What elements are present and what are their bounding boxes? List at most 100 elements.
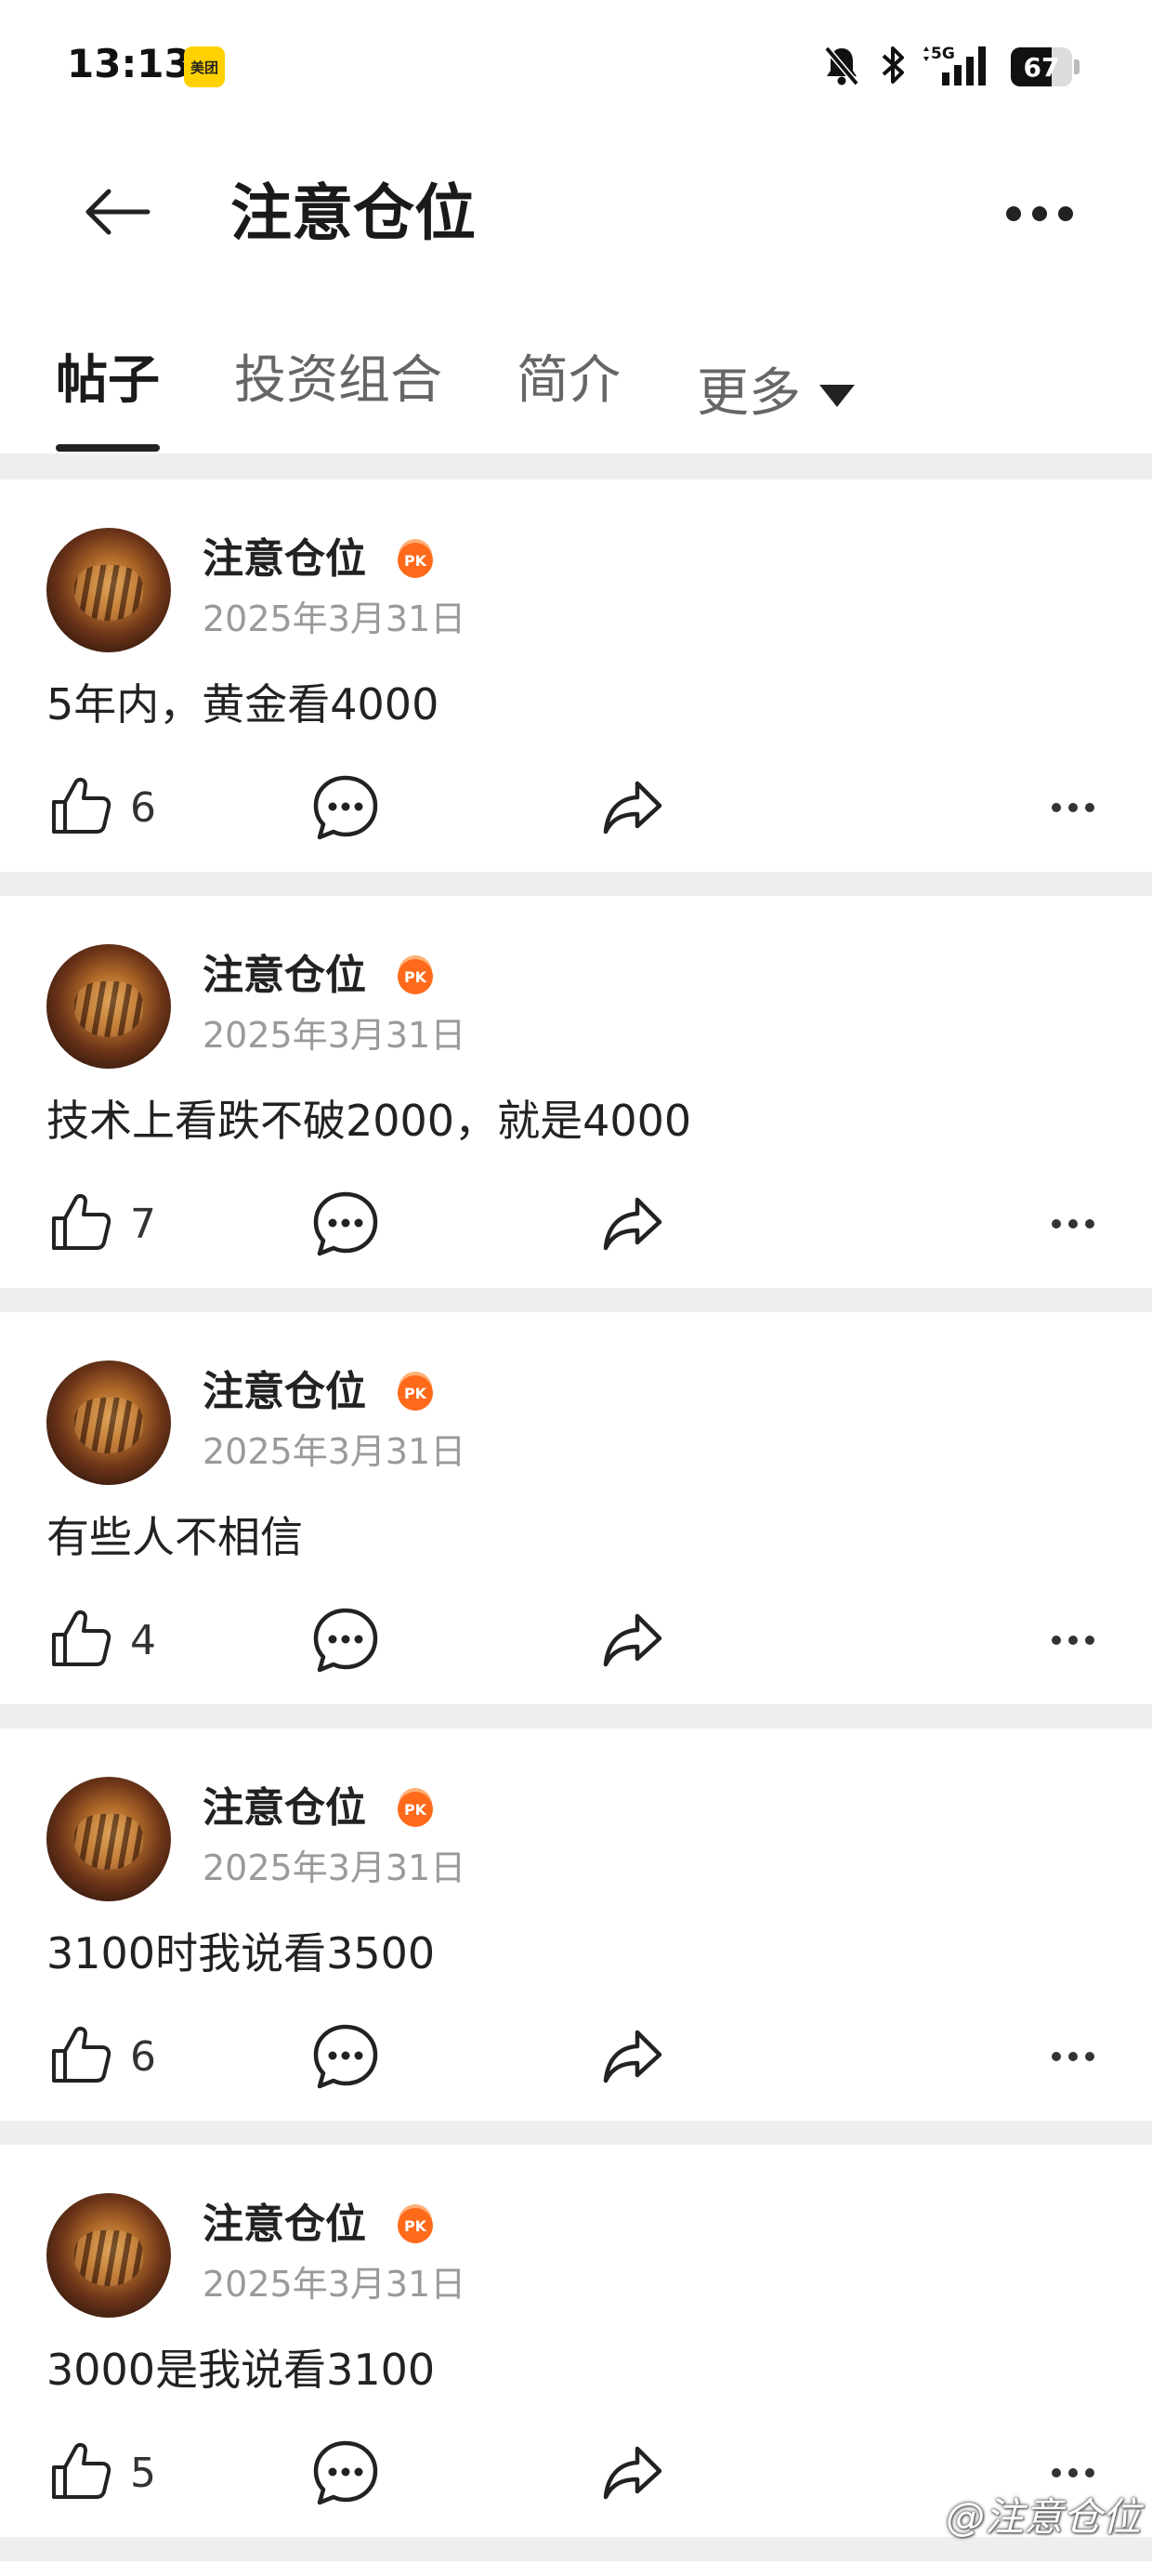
avatar[interactable]: [46, 528, 171, 652]
comment-bubble-icon: [310, 2440, 381, 2512]
like-count: 4: [130, 1616, 156, 1664]
like-button[interactable]: 4: [46, 1600, 156, 1680]
pk-badge-icon: PK: [398, 2208, 433, 2243]
post-more-button[interactable]: [1041, 1605, 1106, 1676]
comment-button[interactable]: [310, 1189, 381, 1259]
share-arrow-icon: [600, 1613, 665, 1679]
bluetooth-icon: [879, 43, 907, 91]
more-dot-icon: [1052, 2468, 1061, 2477]
avatar[interactable]: [46, 944, 171, 1069]
tab-profile[interactable]: 简介: [517, 335, 621, 453]
comment-bubble-icon: [310, 1191, 381, 1263]
author-name[interactable]: 注意仓位: [203, 1781, 366, 1836]
more-dot-icon: [1068, 803, 1078, 812]
author-name[interactable]: 注意仓位: [203, 532, 366, 587]
like-button[interactable]: 6: [46, 768, 156, 848]
share-arrow-icon: [600, 2446, 665, 2512]
post-date: 2025年3月31日: [203, 1015, 466, 1056]
post-text: 3100时我说看3500: [46, 1928, 436, 1978]
post-card[interactable]: 注意仓位 PK 2025年3月31日 技术上看跌不破2000，就是4000 7: [0, 896, 1152, 1288]
comment-button[interactable]: [310, 2021, 381, 2092]
post-card[interactable]: 注意仓位 PK 2025年3月31日 有些人不相信 4: [0, 1312, 1152, 1704]
thumbs-up-icon: [46, 2021, 113, 2092]
like-count: 5: [130, 2449, 156, 2497]
back-button[interactable]: [74, 177, 158, 251]
comment-bubble-icon: [310, 775, 381, 847]
thumbs-up-icon: [46, 772, 113, 843]
more-dot-icon: [1058, 206, 1073, 221]
pk-badge-icon: PK: [398, 1375, 433, 1411]
comment-button[interactable]: [310, 772, 381, 843]
comment-button[interactable]: [310, 2438, 381, 2508]
more-dot-icon: [1006, 206, 1021, 221]
page-title: 注意仓位: [230, 177, 476, 249]
like-count: 6: [130, 783, 156, 832]
like-button[interactable]: 5: [46, 2433, 156, 2513]
pk-badge-icon: PK: [398, 1792, 433, 1827]
thumbs-up-icon: [46, 1189, 113, 1259]
more-dot-icon: [1052, 1636, 1061, 1645]
author-name[interactable]: 注意仓位: [203, 2197, 366, 2253]
bell-muted-icon: [821, 43, 862, 91]
more-dot-icon: [1068, 2052, 1078, 2061]
post-card[interactable]: 注意仓位 PK 2025年3月31日 5年内，黄金看4000 6: [0, 480, 1152, 872]
comment-bubble-icon: [310, 2024, 381, 2096]
share-button[interactable]: [600, 772, 665, 843]
author-name[interactable]: 注意仓位: [203, 948, 366, 1004]
more-dot-icon: [1085, 803, 1094, 812]
share-arrow-icon: [600, 781, 665, 847]
like-button[interactable]: 7: [46, 1184, 156, 1264]
post-text: 3000是我说看3100: [46, 2345, 436, 2395]
status-time: 13:13: [67, 41, 191, 86]
divider: [0, 2121, 1152, 2145]
post-card[interactable]: 注意仓位 PK 2025年3月31日 3000是我说看3100 5: [0, 2145, 1152, 2537]
status-icons: 5G 67: [821, 41, 1080, 93]
divider: [0, 872, 1152, 896]
tab-posts[interactable]: 帖子: [56, 335, 160, 453]
status-bar: 13:13 美团 5G 67: [0, 0, 1152, 139]
post-more-button[interactable]: [1041, 1189, 1106, 1259]
post-actions: 6: [0, 2017, 1152, 2096]
more-dot-icon: [1052, 803, 1061, 812]
battery-icon: 67: [1011, 47, 1080, 86]
post-actions: 6: [0, 768, 1152, 848]
author-name[interactable]: 注意仓位: [203, 1364, 366, 1420]
share-button[interactable]: [600, 2438, 665, 2508]
avatar[interactable]: [46, 1777, 171, 1901]
post-date: 2025年3月31日: [203, 2264, 466, 2305]
post-more-button[interactable]: [1041, 2021, 1106, 2092]
tiger-avatar-image: [74, 2230, 143, 2286]
pk-badge-icon: PK: [398, 959, 433, 994]
more-dot-icon: [1068, 2468, 1078, 2477]
post-text: 技术上看跌不破2000，就是4000: [46, 1096, 692, 1146]
avatar[interactable]: [46, 2193, 171, 2318]
more-dot-icon: [1052, 2052, 1061, 2061]
tiger-avatar-image: [74, 565, 143, 621]
post-more-button[interactable]: [1041, 772, 1106, 843]
share-button[interactable]: [600, 1189, 665, 1259]
like-count: 6: [130, 2032, 156, 2081]
more-dot-icon: [1085, 2468, 1094, 2477]
battery-level: 67: [1023, 51, 1060, 83]
like-button[interactable]: 6: [46, 2017, 156, 2096]
share-arrow-icon: [600, 2030, 665, 2096]
post-card[interactable]: 注意仓位 PK 2025年3月31日 3100时我说看3500 6: [0, 1728, 1152, 2121]
tab-more-label: 更多: [697, 363, 801, 424]
comment-bubble-icon: [310, 1608, 381, 1679]
more-dot-icon: [1068, 1219, 1078, 1229]
comment-button[interactable]: [310, 1605, 381, 1676]
tab-portfolio[interactable]: 投资组合: [234, 335, 442, 453]
thumbs-up-icon: [46, 2438, 113, 2508]
more-options-button[interactable]: [988, 177, 1091, 251]
tab-more[interactable]: 更多: [697, 335, 855, 453]
avatar[interactable]: [46, 1360, 171, 1485]
post-text: 有些人不相信: [46, 1512, 303, 1562]
share-button[interactable]: [600, 1605, 665, 1676]
arrow-left-icon: [81, 186, 151, 242]
meituan-notification-icon: 美团: [184, 46, 225, 87]
divider: [0, 453, 1152, 480]
tiger-avatar-image: [74, 1398, 143, 1453]
share-button[interactable]: [600, 2021, 665, 2092]
post-date: 2025年3月31日: [203, 1847, 466, 1888]
more-dot-icon: [1085, 1219, 1094, 1229]
